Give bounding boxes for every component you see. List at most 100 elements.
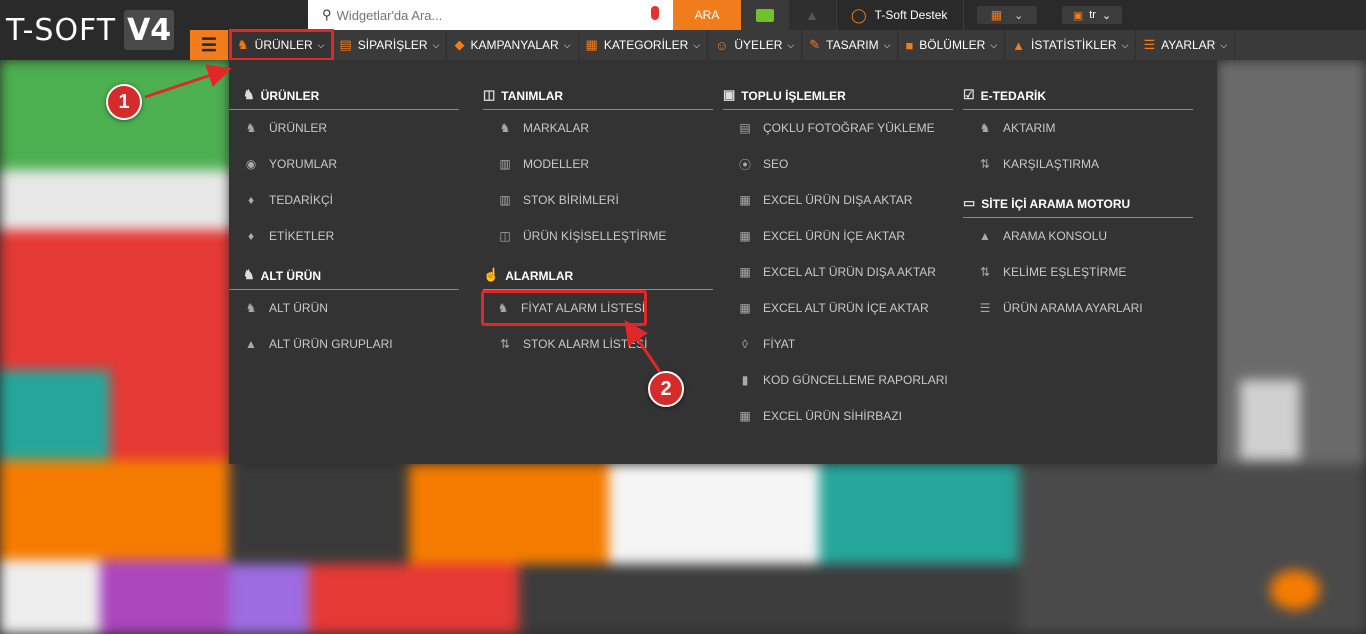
comment-icon: ◉ <box>245 157 257 171</box>
main-nav: ☰ ♞ ÜRÜNLER ⌵ ▤ SİPARİŞLER ⌵ ◆ KAMPANYAL… <box>190 29 1366 61</box>
menu-item-alt-urun-gruplari[interactable]: ▲ ALT ÜRÜN GRUPLARI <box>229 326 459 362</box>
excel-icon: ▦ <box>739 265 751 279</box>
chat-button[interactable] <box>741 0 789 30</box>
search-button[interactable]: ARA <box>673 0 741 30</box>
menu-subheading: ♞ ALT ÜRÜN <box>229 254 459 290</box>
chevron-down-icon: ⌵ <box>432 39 440 50</box>
nav-label: KAMPANYALAR <box>470 38 559 52</box>
nav-item-ayarlar[interactable]: ☰ AYARLAR ⌵ <box>1136 30 1236 60</box>
menu-item-stok-birimleri[interactable]: ▥ STOK BİRİMLERİ <box>483 182 713 218</box>
apps-dropdown[interactable]: ▦ ⌄ <box>977 6 1037 24</box>
price-tag-icon: ◊ <box>742 337 748 351</box>
nav-item-tasarim[interactable]: ✎ TASARIM ⌵ <box>802 30 899 60</box>
menu-item-coklu-fotograf[interactable]: ▤ ÇOKLU FOTOĞRAF YÜKLEME <box>723 110 953 146</box>
menu-heading: ☑ E-TEDARİK <box>963 60 1193 110</box>
chevron-down-icon: ⌵ <box>317 39 325 50</box>
chart-icon: ▲ <box>979 229 991 243</box>
nav-item-kategoriler[interactable]: ▦ KATEGORİLER ⌵ <box>579 30 709 60</box>
menu-item-arama-konsolu[interactable]: ▲ ARAMA KONSOLU <box>963 218 1193 254</box>
menu-item-seo[interactable]: ⦿ SEO <box>723 146 953 182</box>
menu-item-etiketler[interactable]: ♦ ETİKETLER <box>229 218 459 254</box>
nav-label: SİPARİŞLER <box>357 38 428 52</box>
nav-label: KATEGORİLER <box>603 38 689 52</box>
shirt-icon: ♞ <box>499 121 511 135</box>
menu-item-fiyat[interactable]: ◊ FİYAT <box>723 326 953 362</box>
cubes-icon: ♦ <box>247 193 255 207</box>
language-value: tr <box>1089 9 1096 21</box>
support-label: T-Soft Destek <box>874 8 948 22</box>
excel-icon: ▦ <box>739 301 751 315</box>
menu-item-excel-urun-disa-aktar[interactable]: ▦ EXCEL ÜRÜN DIŞA AKTAR <box>723 182 953 218</box>
menu-column-e-tedarik: ☑ E-TEDARİK ♞ AKTARIM ⇅ KARŞILAŞTIRMA ▭ Sİ… <box>963 60 1193 326</box>
monitor-icon: ▭ <box>963 195 976 210</box>
microphone-icon[interactable] <box>651 6 659 20</box>
ticket-icon: ◫ <box>483 87 496 102</box>
hamburger-menu-icon[interactable]: ☰ <box>190 30 228 60</box>
menu-item-aktarim[interactable]: ♞ AKTARIM <box>963 110 1193 146</box>
menu-column-tanimlar: ◫ TANIMLAR ♞ MARKALAR ▥ MODELLER ▥ STOK BİR… <box>481 60 713 362</box>
warning-button[interactable]: ▲ <box>789 0 835 30</box>
list-icon: ☰ <box>979 301 991 315</box>
menu-item-urun-arama-ayarlari[interactable]: ☰ ÜRÜN ARAMA AYARLARI <box>963 290 1193 326</box>
menu-item-alt-urun[interactable]: ♞ ALT ÜRÜN <box>229 290 459 326</box>
shirt-icon: ♞ <box>979 121 991 135</box>
warning-icon: ▲ <box>805 7 819 23</box>
menu-item-tedarikci[interactable]: ♦ TEDARİKÇİ <box>229 182 459 218</box>
menu-item-excel-alt-urun-disa-aktar[interactable]: ▦ EXCEL ALT ÜRÜN DIŞA AKTAR <box>723 254 953 290</box>
support-link[interactable]: ◯ T-Soft Destek <box>836 0 964 30</box>
callout-badge-2: 2 <box>648 371 684 407</box>
menu-item-excel-urun-sihirbazi[interactable]: ▦ EXCEL ÜRÜN SİHİRBAZI <box>723 398 953 434</box>
menu-item-karsilastirma[interactable]: ⇅ KARŞILAŞTIRMA <box>963 146 1193 182</box>
nav-item-kampanyalar[interactable]: ◆ KAMPANYALAR ⌵ <box>447 30 579 60</box>
menu-heading: ▣ TOPLU İŞLEMLER <box>723 60 953 110</box>
menu-item-fiyat-alarm-listesi[interactable]: ♞ FİYAT ALARM LİSTESİ <box>481 290 647 326</box>
chevron-down-icon: ⌵ <box>1220 39 1228 50</box>
nav-item-siparisler[interactable]: ▤ SİPARİŞLER ⌵ <box>333 30 448 60</box>
nav-item-istatistikler[interactable]: ▲ İSTATİSTİKLER ⌵ <box>1005 30 1137 60</box>
blocks-icon: ■ <box>905 37 914 53</box>
nav-item-urunler[interactable]: ♞ ÜRÜNLER ⌵ <box>229 29 334 61</box>
menu-item-urunler[interactable]: ♞ ÜRÜNLER <box>229 110 459 146</box>
settings-icon: ☰ <box>1143 37 1156 52</box>
tags-icon: ♦ <box>247 229 255 243</box>
nav-item-uyeler[interactable]: ☺ ÜYELER ⌵ <box>708 30 803 60</box>
menu-item-excel-urun-ice-aktar[interactable]: ▦ EXCEL ÜRÜN İÇE AKTAR <box>723 218 953 254</box>
nav-label: ÜYELER <box>734 38 783 52</box>
menu-item-kelime-eslestirme[interactable]: ⇅ KELİME EŞLEŞTİRME <box>963 254 1193 290</box>
shirt-icon: ♞ <box>497 301 509 315</box>
hierarchy-icon: ▲ <box>245 337 257 351</box>
transfer-icon: ⇅ <box>979 265 991 279</box>
compass-icon: ⦿ <box>738 157 751 172</box>
menu-heading: ◫ TANIMLAR <box>483 60 713 110</box>
nav-label: BÖLÜMLER <box>919 38 986 52</box>
language-select[interactable]: ▣ tr ⌄ <box>1062 6 1122 24</box>
shirt-icon: ♞ <box>245 301 257 315</box>
transfer-icon: ⇅ <box>499 337 511 351</box>
chevron-down-icon: ⌄ <box>1101 9 1112 22</box>
menu-item-stok-alarm-listesi[interactable]: ⇅ STOK ALARM LİSTESİ <box>483 326 713 362</box>
menu-heading: ♞ ÜRÜNLER <box>229 60 459 110</box>
logo-text: T-SOFT <box>6 12 117 48</box>
menu-item-markalar[interactable]: ♞ MARKALAR <box>483 110 713 146</box>
image-icon: ▤ <box>739 121 751 135</box>
sitemap-icon: ▦ <box>585 37 598 52</box>
chevron-down-icon: ⌵ <box>883 39 891 50</box>
search-icon: ⚲ <box>322 7 332 22</box>
menu-item-modeller[interactable]: ▥ MODELLER <box>483 146 713 182</box>
chevron-down-icon: ⌄ <box>1014 9 1024 22</box>
nav-label: İSTATİSTİKLER <box>1031 38 1117 52</box>
menu-item-excel-alt-urun-ice-aktar[interactable]: ▦ EXCEL ALT ÜRÜN İÇE AKTAR <box>723 290 953 326</box>
tag-icon: ◆ <box>454 37 465 52</box>
menu-column-toplu-islemler: ▣ TOPLU İŞLEMLER ▤ ÇOKLU FOTOĞRAF YÜKLEME… <box>723 60 953 434</box>
nav-item-bolumler[interactable]: ■ BÖLÜMLER ⌵ <box>898 30 1006 60</box>
menu-item-kod-guncelleme[interactable]: ▮ KOD GÜNCELLEME RAPORLARI <box>723 362 953 398</box>
chevron-down-icon: ⌵ <box>693 39 701 50</box>
bell-icon: ☝ <box>483 267 500 282</box>
menu-item-yorumlar[interactable]: ◉ YORUMLAR <box>229 146 459 182</box>
logo[interactable]: T-SOFT V4 <box>0 0 190 60</box>
cart-icon: ▤ <box>339 37 352 52</box>
widget-search: ⚲ <box>308 0 673 30</box>
nav-label: TASARIM <box>826 38 879 52</box>
menu-item-urun-kisisellestirme[interactable]: ◫ ÜRÜN KİŞİSELLEŞTİRME <box>483 218 713 254</box>
search-input[interactable] <box>336 7 647 23</box>
